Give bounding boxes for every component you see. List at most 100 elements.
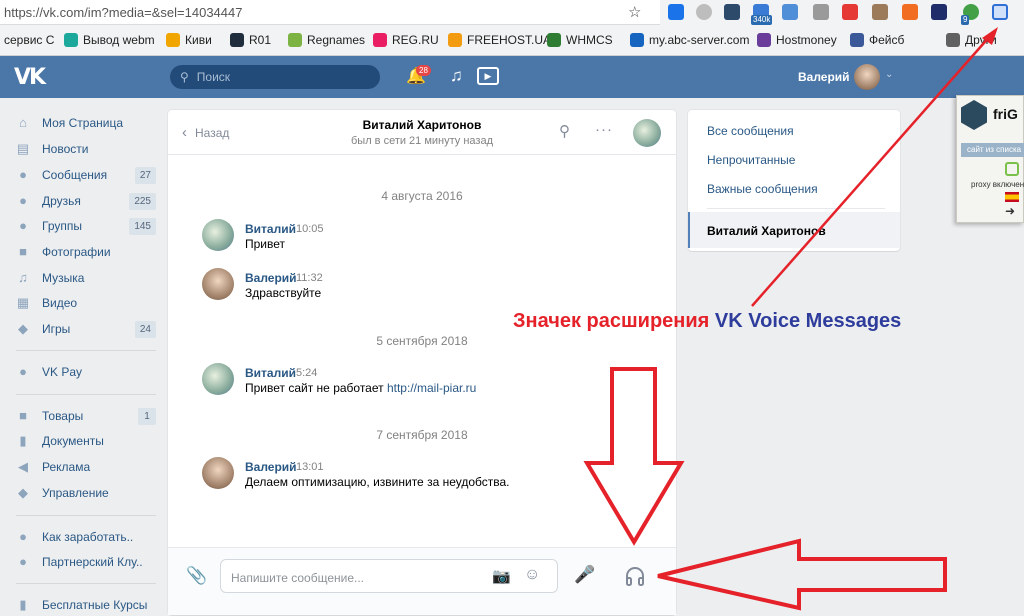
sidebar-item[interactable]: ● Как заработать.. bbox=[16, 526, 156, 548]
extensions-toolbar: 340k 9 bbox=[660, 0, 1024, 25]
user-name[interactable]: Валерий bbox=[798, 70, 850, 84]
avatar[interactable] bbox=[854, 64, 880, 90]
bookmark-item[interactable]: Фейсб bbox=[850, 33, 904, 47]
bookmark-item[interactable]: my.abc-server.com bbox=[630, 33, 749, 47]
message-link[interactable]: http://mail-piar.ru bbox=[387, 381, 476, 395]
friend-icon: ● bbox=[19, 554, 27, 569]
sidebar-item-label: Управление bbox=[42, 486, 109, 500]
bookmark-label: Hostmoney bbox=[776, 33, 837, 47]
sidebar-item[interactable]: ● Партнерский Клу.. bbox=[16, 551, 156, 573]
printer-icon[interactable] bbox=[872, 4, 888, 20]
sidebar-item[interactable]: ♫ Музыка bbox=[16, 267, 156, 289]
smile-icon[interactable]: ☺ bbox=[524, 566, 540, 584]
play-icon[interactable]: ▶ bbox=[477, 67, 499, 85]
sidebar-item-label: Товары bbox=[42, 409, 84, 423]
chat-header: ‹ Назад Виталий Харитонов был в сети 21 … bbox=[168, 110, 676, 155]
sidebar-item[interactable]: ▮ Бесплатные Курсы bbox=[16, 594, 156, 616]
sidebar-divider bbox=[16, 583, 156, 584]
message-author[interactable]: Виталий bbox=[245, 222, 296, 236]
sidebar-item[interactable]: ◆ Игры 24 bbox=[16, 318, 156, 340]
menu-all-messages[interactable]: Все сообщения bbox=[707, 124, 794, 138]
message-avatar[interactable] bbox=[202, 363, 234, 395]
chart-icon[interactable] bbox=[782, 4, 798, 20]
sidebar-item[interactable]: ◀ Реклама bbox=[16, 456, 156, 478]
bookmark-item[interactable]: Други bbox=[946, 33, 997, 47]
sidebar-item-label: VK Pay bbox=[42, 365, 83, 379]
menu-unread[interactable]: Непрочитанные bbox=[707, 153, 795, 167]
sidebar-item-label: Группы bbox=[42, 219, 82, 233]
sidebar-item[interactable]: ● VK Pay bbox=[16, 361, 156, 383]
headphones-icon[interactable] bbox=[624, 565, 646, 587]
url-field[interactable]: https://vk.com/im?media=&sel=14034447 bbox=[4, 5, 242, 20]
bookmark-item[interactable]: Киви bbox=[166, 33, 212, 47]
sidebar-item[interactable]: ■ Фотографии bbox=[16, 241, 156, 263]
bookmark-star-icon[interactable]: ☆ bbox=[628, 3, 641, 21]
bookmark-item[interactable]: Regnames bbox=[288, 33, 365, 47]
sidebar-item[interactable]: ■ Товары 1 bbox=[16, 405, 156, 427]
message-avatar[interactable] bbox=[202, 457, 234, 489]
sidebar-divider bbox=[16, 350, 156, 351]
bookmark-item[interactable]: R01 bbox=[230, 33, 271, 47]
groups-icon: ● bbox=[19, 218, 27, 233]
vpn-v-icon[interactable] bbox=[668, 4, 684, 20]
message-placeholder: Напишите сообщение... bbox=[231, 571, 365, 585]
more-icon[interactable]: ··· bbox=[595, 121, 613, 138]
bookmark-item[interactable]: Вывод webm bbox=[64, 33, 155, 47]
gamepad-icon: ◆ bbox=[18, 485, 28, 500]
search-icon[interactable]: ⚲ bbox=[559, 122, 570, 140]
p-icon[interactable] bbox=[724, 4, 740, 20]
menu-important[interactable]: Важные сообщения bbox=[707, 182, 818, 196]
search-input[interactable]: ⚲ Поиск bbox=[170, 65, 380, 89]
chevron-down-icon[interactable]: ⌄ bbox=[885, 69, 893, 80]
yt-icon[interactable] bbox=[842, 4, 858, 20]
spain-flag-icon[interactable] bbox=[1005, 192, 1019, 202]
sidebar-item[interactable]: ◆ Управление bbox=[16, 482, 156, 504]
circle-icon[interactable] bbox=[696, 4, 712, 20]
message-body: Привет bbox=[245, 237, 286, 251]
message-time: 13:01 bbox=[296, 461, 324, 473]
sidebar-item[interactable]: ▦ Видео bbox=[16, 292, 156, 314]
paperclip-icon[interactable]: 📎 bbox=[186, 566, 207, 586]
vk-voice-icon[interactable] bbox=[992, 4, 1008, 20]
friend-icon: ● bbox=[19, 193, 27, 208]
frigate-site-status: сайт из списка bbox=[961, 143, 1024, 157]
bookmark-icon bbox=[230, 33, 244, 47]
bookmark-item[interactable]: Hostmoney bbox=[757, 33, 837, 47]
messages-filter-menu: Все сообщения Непрочитанные Важные сообщ… bbox=[688, 110, 900, 251]
bookmark-icon bbox=[547, 33, 561, 47]
sidebar-item[interactable]: ● Сообщения 27 bbox=[16, 164, 156, 186]
notifications-badge: 28 bbox=[416, 65, 431, 76]
sidebar-item[interactable]: ▤ Новости bbox=[16, 138, 156, 160]
sidebar-item[interactable]: ⌂ Моя Страница bbox=[16, 112, 156, 134]
pen-icon[interactable] bbox=[813, 4, 829, 20]
frigate-name: friG bbox=[993, 106, 1018, 122]
camera-icon[interactable]: 📷 bbox=[492, 567, 511, 585]
message-author[interactable]: Валерий bbox=[245, 271, 297, 285]
bookmark-item[interactable]: FREEHOST.UA bbox=[448, 33, 551, 47]
power-icon[interactable] bbox=[1005, 162, 1019, 176]
t-icon[interactable] bbox=[902, 4, 918, 20]
sidebar-item-label: Видео bbox=[42, 296, 78, 310]
bookmark-item[interactable]: REG.RU bbox=[373, 33, 439, 47]
date-separator: 5 сентября 2018 bbox=[376, 334, 468, 348]
chat-panel: ‹ Назад Виталий Харитонов был в сети 21 … bbox=[168, 110, 676, 615]
left-arrow-outline bbox=[657, 538, 947, 611]
bookmark-item[interactable]: WHMCS bbox=[547, 33, 613, 47]
message-avatar[interactable] bbox=[202, 219, 234, 251]
contact-avatar[interactable] bbox=[633, 119, 661, 147]
sidebar-item[interactable]: ● Группы 145 bbox=[16, 215, 156, 237]
sidebar-item-label: Как заработать.. bbox=[42, 530, 134, 544]
message-avatar[interactable] bbox=[202, 268, 234, 300]
menu-selected-dialog[interactable]: Виталий Харитонов bbox=[688, 212, 900, 248]
bookmark-item[interactable]: сервис С bbox=[4, 33, 54, 47]
ball-icon[interactable] bbox=[931, 4, 947, 20]
sidebar-item[interactable]: ● Друзья 225 bbox=[16, 190, 156, 212]
vk-logo[interactable]: VK bbox=[14, 65, 48, 90]
message-author[interactable]: Виталий bbox=[245, 366, 296, 380]
sidebar-item-label: Игры bbox=[42, 322, 71, 336]
bookmark-icon bbox=[64, 33, 78, 47]
microphone-icon[interactable]: 🎤 bbox=[574, 565, 595, 585]
music-icon[interactable]: ♫ bbox=[450, 66, 463, 86]
message-author[interactable]: Валерий bbox=[245, 460, 297, 474]
sidebar-item[interactable]: ▮ Документы bbox=[16, 430, 156, 452]
